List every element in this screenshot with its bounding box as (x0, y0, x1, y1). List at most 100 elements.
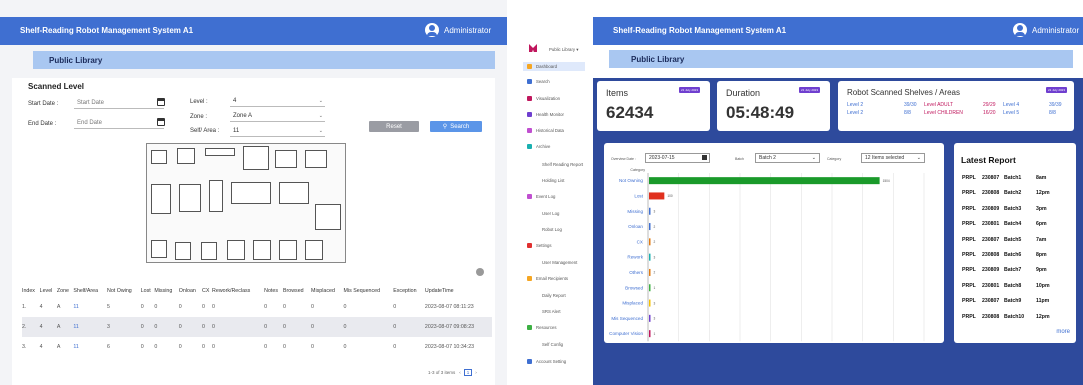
sidebar-item-label: Holding List (542, 178, 565, 183)
menu-icon (527, 325, 532, 330)
menu-icon (527, 243, 532, 248)
sidebar-item-settings[interactable]: Settings (527, 243, 552, 248)
table-row[interactable]: 2. 4 A 11 3 0 0 0 0 0 0 0 0 0 0 2023-08-07 09:08:23 (22, 317, 492, 337)
admin-label: Administrator (1032, 25, 1080, 35)
menu-icon (527, 194, 532, 199)
table-cell[interactable]: 11 (73, 337, 107, 357)
sidebar-item-daily-report[interactable]: Daily Report (542, 293, 566, 298)
start-date-input[interactable]: Start Date (74, 98, 164, 109)
report-cell: Batch8 (1004, 282, 1022, 289)
library-name: Public Library (631, 55, 685, 64)
chevron-down-icon: ⌄ (318, 113, 323, 119)
user-menu[interactable]: Administrator (1013, 23, 1079, 37)
table-row[interactable]: 1. 4 A 11 5 0 0 0 0 0 0 0 0 0 0 2023-08-07 08:11:23 (22, 297, 492, 317)
prev-page-icon[interactable]: ‹ (459, 370, 461, 375)
table-cell: 0 (202, 344, 205, 350)
level-select[interactable]: 4 ⌄ (230, 96, 325, 107)
sidebar-item-health-monitor[interactable]: Health Monitor (527, 112, 564, 117)
report-cell: 230807 (982, 236, 1000, 243)
table-cell: 0 (212, 317, 265, 337)
sidebar-item-holding-list[interactable]: Holding List (542, 178, 564, 183)
menu-icon (527, 64, 532, 69)
sidebar-item-shelf-reading-report[interactable]: Shelf Reading Report (542, 162, 583, 167)
shelves-card: Robot Scanned Shelves / Areas 21 July 20… (838, 81, 1074, 131)
shelf-select[interactable]: 11 ⌄ (230, 126, 325, 137)
table-cell: 3. (22, 344, 27, 350)
sidebar-item-search[interactable]: Search (527, 79, 550, 84)
shelf-cell: Level ADULT (924, 102, 954, 108)
sidebar-item-label: Shelf Reading Report (542, 162, 584, 167)
sidebar-item-label: Archive (536, 144, 551, 149)
bar-mis-sequenced (649, 314, 651, 322)
bar-value-label: 1 (654, 332, 656, 336)
table-cell: 0 (282, 317, 312, 337)
floor-plan-room (243, 146, 269, 170)
sidebar-item-robot-log[interactable]: Robot Log (542, 227, 562, 232)
report-cell: 230808 (982, 190, 1000, 197)
page-number-button[interactable]: 1 (463, 369, 473, 376)
date-badge: 21 July 2023 (1046, 87, 1068, 93)
sidebar-item-visualization[interactable]: Visualization (527, 96, 560, 101)
report-cell: 230807 (982, 175, 1000, 181)
sidebar-item-archive[interactable]: Archive (527, 144, 550, 149)
table-cell[interactable]: 11 (73, 297, 107, 317)
end-date-input[interactable]: End Date (74, 118, 164, 129)
floor-plan-room (231, 182, 271, 204)
table-cell: 0 (140, 344, 144, 350)
sidebar-item-email-recipients[interactable]: Email Recipients (527, 276, 568, 281)
sidebar-item-user-management[interactable]: User Management (542, 260, 577, 265)
sidebar-item-event-log[interactable]: Event Log (527, 194, 555, 199)
map-handle-icon[interactable] (476, 268, 484, 276)
sidebar-item-user-log[interactable]: User Log (542, 211, 559, 216)
table-cell: 0 (282, 304, 286, 310)
app-header: Shelf-Reading Robot Management System A1… (593, 17, 1083, 45)
app-header: Shelf-Reading Robot Management System A1… (0, 17, 507, 45)
sidebar-item-dashboard[interactable]: Dashboard (523, 62, 585, 71)
sidebar-item-historical-data[interactable]: Historical Data (527, 128, 564, 133)
library-dropdown-label: Public Library (549, 47, 576, 52)
sidebar-item-label: Daily Report (542, 293, 566, 298)
level-value: 4 (233, 98, 237, 104)
bar-value-label: 3 (654, 255, 656, 259)
bar-value-label: 2 (654, 240, 656, 244)
next-page-icon[interactable]: › (475, 370, 477, 375)
floor-plan-room (151, 184, 171, 214)
shelf-cell: 29/29 (983, 102, 996, 108)
category-bar-chart: 020040060080010001200140016001800No. of … (609, 168, 925, 342)
search-button[interactable]: ⚲ Search (430, 121, 482, 132)
table-row[interactable]: 3. 4 A 11 6 0 0 0 0 0 0 0 0 0 0 2023-08-07 10:34:23 (22, 337, 492, 357)
sidebar-item-self-config[interactable]: Self Config (542, 342, 563, 347)
report-cell: PRPL (962, 313, 976, 320)
menu-icon (527, 128, 532, 133)
floor-plan-map[interactable] (146, 143, 346, 263)
bar-value-label: 3 (654, 301, 656, 305)
floor-plan-room (209, 180, 223, 212)
category-label: Missing (627, 209, 643, 214)
zone-label: Zone : (190, 114, 208, 120)
table-cell: 0 (212, 304, 215, 310)
sidebar-item-resources[interactable]: Resources (527, 325, 557, 330)
reset-button[interactable]: Reset (369, 121, 419, 132)
table-cell[interactable]: 11 (73, 317, 108, 337)
menu-icon (527, 79, 532, 84)
bar-rework (649, 253, 651, 261)
sidebar-item-account-setting[interactable]: Account Setting (527, 359, 566, 364)
floor-plan-room (175, 242, 191, 260)
library-dropdown[interactable]: Public Library ▾ (549, 47, 578, 53)
table-cell: 0 (154, 304, 158, 310)
calendar-icon[interactable] (157, 118, 165, 126)
avatar-icon (425, 23, 439, 37)
user-menu[interactable]: Administrator (425, 23, 491, 37)
calendar-icon[interactable] (157, 98, 165, 106)
report-cell: PRPL (962, 221, 976, 228)
zone-select[interactable]: Zone A ⌄ (230, 111, 325, 122)
more-link[interactable]: more (1056, 329, 1070, 335)
shelf-value: 11 (233, 128, 240, 134)
sidebar-item-srs-alert[interactable]: SRS Alert (542, 309, 561, 314)
bar-value-label: 2 (654, 225, 656, 229)
sidebar-item-label: Historical Data (536, 128, 564, 133)
table-cell: 0 (393, 304, 397, 310)
report-cell: PRPL (962, 282, 976, 289)
end-date-placeholder: End Date (77, 120, 103, 126)
table-cell: 2. (22, 317, 40, 337)
